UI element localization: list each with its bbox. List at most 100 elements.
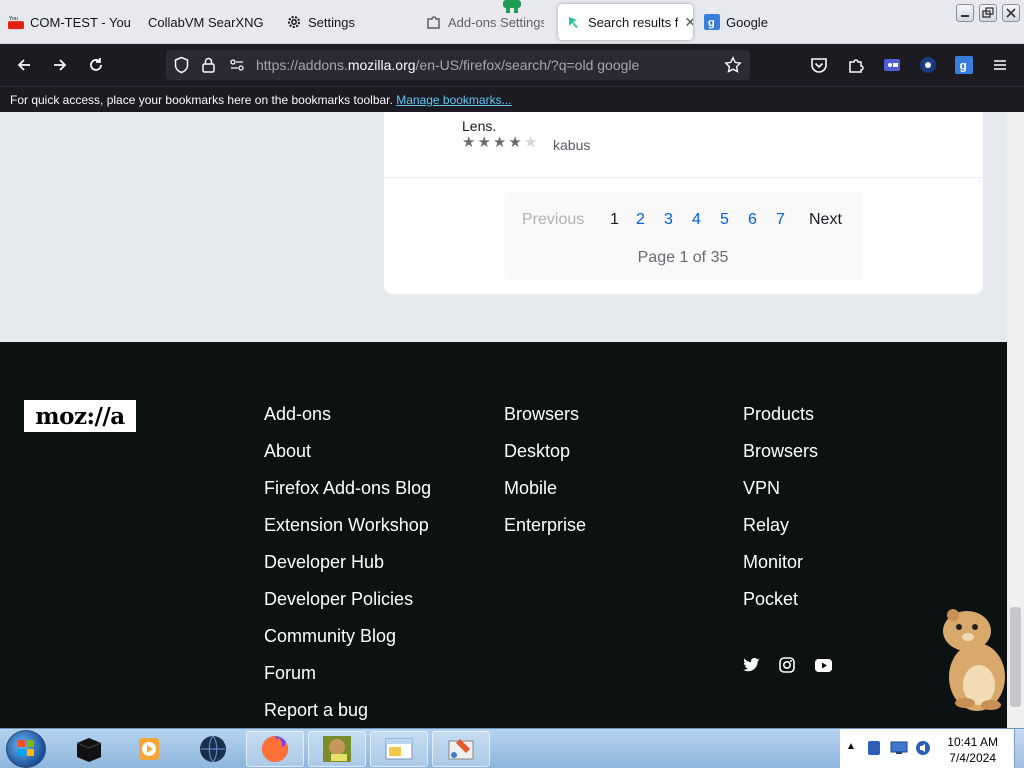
tab-title: Google bbox=[726, 14, 768, 30]
restore-window-button[interactable] bbox=[979, 4, 997, 22]
tab-google[interactable]: g Google bbox=[704, 4, 824, 40]
forward-button[interactable] bbox=[47, 52, 73, 78]
footer-link[interactable]: Enterprise bbox=[504, 515, 586, 552]
result-description: Lens. bbox=[462, 118, 497, 134]
tab-search-results[interactable]: Search results f ✕ bbox=[558, 4, 693, 40]
page-link[interactable]: 2 bbox=[636, 211, 645, 229]
clock-date: 7/4/2024 bbox=[949, 751, 996, 765]
windows-taskbar: ▲ 10:41 AM 7/4/2024 bbox=[0, 728, 1024, 768]
window-thumbnail-icon bbox=[385, 738, 413, 760]
footer-link[interactable]: Desktop bbox=[504, 441, 586, 478]
google-icon: g bbox=[955, 56, 973, 74]
footer-link[interactable]: Extension Workshop bbox=[264, 515, 431, 552]
addons-icon bbox=[566, 14, 582, 30]
result-author[interactable]: kabus bbox=[553, 137, 590, 153]
tab-title: Settings bbox=[308, 14, 355, 30]
mozilla-logo[interactable]: moz://a bbox=[24, 400, 136, 432]
taskbar-bonzi[interactable] bbox=[308, 731, 366, 767]
reload-icon bbox=[90, 58, 102, 71]
twitter-icon[interactable] bbox=[742, 656, 760, 674]
google-icon: g bbox=[704, 14, 720, 30]
footer-link[interactable]: About bbox=[264, 441, 431, 478]
footer-link[interactable]: Add-ons bbox=[264, 404, 431, 441]
page-link[interactable]: 5 bbox=[720, 211, 729, 229]
instagram-icon[interactable] bbox=[778, 656, 796, 674]
star-filled-icon: ★ bbox=[462, 134, 476, 151]
url-bar[interactable]: https://addons.mozilla.org/en-US/firefox… bbox=[166, 50, 750, 80]
lock-icon[interactable] bbox=[201, 56, 216, 79]
firefox-icon bbox=[262, 736, 288, 762]
url-text[interactable]: https://addons.mozilla.org/en-US/firefox… bbox=[256, 57, 639, 73]
menu-button[interactable] bbox=[987, 52, 1013, 78]
start-button[interactable] bbox=[6, 730, 46, 768]
taskbar-explorer-window[interactable] bbox=[370, 731, 428, 767]
previous-page-button: Previous bbox=[522, 211, 585, 228]
tab-settings[interactable]: Settings bbox=[286, 4, 406, 40]
footer-link[interactable]: Browsers bbox=[743, 441, 818, 478]
extension-google-button[interactable]: g bbox=[951, 52, 977, 78]
taskbar-terminal[interactable] bbox=[60, 731, 118, 767]
show-desktop-button[interactable] bbox=[1014, 729, 1024, 768]
reload-button[interactable] bbox=[83, 52, 109, 78]
next-page-button[interactable]: Next bbox=[809, 211, 842, 229]
page-current: 1 bbox=[610, 211, 619, 228]
hamster-desktop-pet[interactable] bbox=[925, 603, 1020, 713]
minimize-window-button[interactable] bbox=[956, 4, 974, 22]
page-link[interactable]: 3 bbox=[664, 211, 673, 229]
footer-column-browsers: Browsers Desktop Mobile Enterprise bbox=[504, 404, 586, 552]
close-window-button[interactable] bbox=[1002, 4, 1020, 22]
taskbar-firefox[interactable] bbox=[246, 731, 304, 767]
tray-app-icon[interactable] bbox=[866, 739, 882, 762]
footer-link[interactable]: Developer Policies bbox=[264, 589, 431, 626]
taskbar-globe-app[interactable] bbox=[184, 731, 242, 767]
tab-com-test[interactable]: You COM-TEST - You bbox=[8, 4, 130, 40]
footer-link[interactable]: Browsers bbox=[504, 404, 586, 441]
bookmark-star-icon[interactable] bbox=[724, 56, 742, 79]
puzzle-icon bbox=[426, 14, 442, 30]
show-hidden-icons-icon[interactable]: ▲ bbox=[846, 741, 856, 752]
volume-icon[interactable] bbox=[915, 740, 931, 761]
back-button[interactable] bbox=[11, 52, 37, 78]
shield-icon[interactable] bbox=[173, 56, 190, 79]
pocket-button[interactable] bbox=[806, 52, 832, 78]
page-link[interactable]: 4 bbox=[692, 211, 701, 229]
footer-link[interactable]: Developer Hub bbox=[264, 552, 431, 589]
pocket-icon bbox=[811, 58, 827, 73]
youtube-icon[interactable] bbox=[814, 656, 832, 674]
extensions-button[interactable] bbox=[843, 52, 869, 78]
star-filled-icon: ★ bbox=[508, 134, 522, 151]
tab-title: Search results f bbox=[588, 14, 679, 30]
page-link[interactable]: 6 bbox=[748, 211, 757, 229]
footer-link[interactable]: Mobile bbox=[504, 478, 586, 515]
footer-link[interactable]: Firefox Add-ons Blog bbox=[264, 478, 431, 515]
tab-title: COM-TEST - You bbox=[30, 14, 130, 30]
clock[interactable]: 10:41 AM 7/4/2024 bbox=[947, 734, 998, 766]
footer-link[interactable]: VPN bbox=[743, 478, 818, 515]
taskbar-media-player[interactable] bbox=[120, 731, 178, 767]
url-prefix: https://addons. bbox=[256, 57, 348, 73]
footer-link[interactable]: Report a bug bbox=[264, 700, 431, 728]
screen: You COM-TEST - You CollabVM SearXNG Sett… bbox=[0, 0, 1024, 768]
globe-extension-icon bbox=[920, 57, 936, 73]
footer-link[interactable]: Monitor bbox=[743, 552, 818, 589]
extension-tv-button[interactable] bbox=[879, 52, 905, 78]
youtube-icon: You bbox=[8, 14, 24, 30]
footer-link[interactable]: Products bbox=[743, 404, 818, 441]
tab-collabvm-searxng[interactable]: CollabVM SearXNG bbox=[148, 4, 272, 40]
footer-link[interactable]: Relay bbox=[743, 515, 818, 552]
extension-globe-button[interactable] bbox=[915, 52, 941, 78]
permissions-icon[interactable] bbox=[229, 57, 245, 78]
media-player-icon bbox=[139, 738, 159, 760]
close-tab-icon[interactable]: ✕ bbox=[684, 14, 693, 31]
tab-title: Add-ons Settings bbox=[448, 14, 544, 30]
footer-link[interactable]: Pocket bbox=[743, 589, 818, 626]
footer-link[interactable]: Forum bbox=[264, 663, 431, 700]
manage-bookmarks-link[interactable]: Manage bookmarks... bbox=[396, 93, 511, 107]
page-link[interactable]: 7 bbox=[776, 211, 785, 229]
footer-link[interactable]: Community Blog bbox=[264, 626, 431, 663]
black-box-icon bbox=[76, 738, 102, 762]
taskbar-paint-app[interactable] bbox=[432, 731, 490, 767]
svg-text:g: g bbox=[960, 59, 967, 73]
network-icon[interactable] bbox=[890, 741, 908, 760]
svg-text:You: You bbox=[9, 16, 18, 22]
